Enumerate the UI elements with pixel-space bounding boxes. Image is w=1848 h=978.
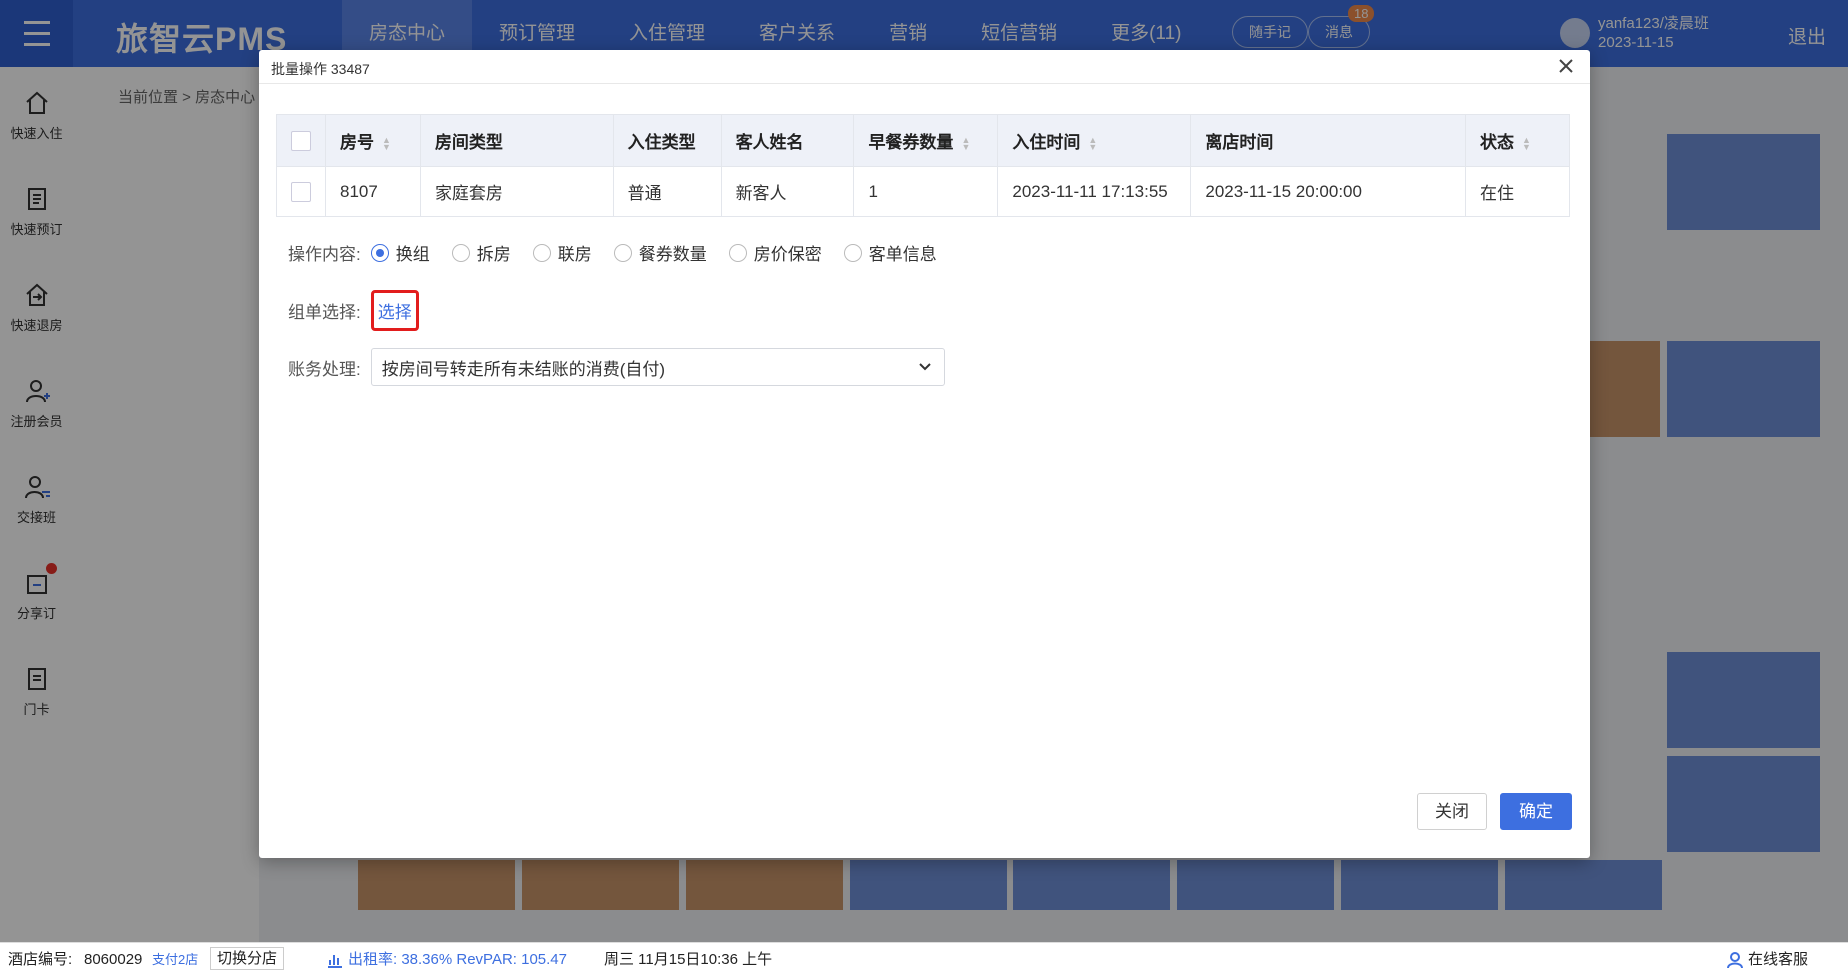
dialog-title: 批量操作 33487 [271, 61, 370, 77]
column-header-breakfast[interactable]: 早餐券数量 ▲ ▼ [853, 114, 999, 167]
group-select-row: 组单选择: 选择 [288, 290, 419, 331]
column-header-room-type: 房间类型 [420, 114, 614, 167]
radio-meal-voucher[interactable]: 餐券数量 [613, 240, 707, 265]
chevron-down-icon [919, 363, 931, 371]
radio-button[interactable] [613, 243, 632, 262]
account-processing-value: 按房间号转走所有未结账的消费(自付) [381, 359, 666, 379]
account-processing-select[interactable]: 按房间号转走所有未结账的消费(自付) [370, 348, 945, 386]
operation-content-label: 操作内容: [288, 245, 361, 264]
radio-label: 联房 [557, 245, 592, 264]
radio-link-room[interactable]: 联房 [532, 240, 592, 265]
sort-icon[interactable]: ▲ ▼ [961, 135, 970, 151]
column-header-checkout-time: 离店时间 [1190, 114, 1467, 167]
sort-icon[interactable]: ▲ ▼ [1522, 135, 1531, 151]
branch-name: 支付2店 [152, 952, 199, 967]
cell-checkout-time: 2023-11-15 20:00:00 [1190, 166, 1467, 217]
operation-content-row: 操作内容: 换组 拆房 联房 餐券数量 房价保密 客单信息 [288, 240, 959, 265]
customer-service-icon [1727, 952, 1743, 969]
radio-label: 餐券数量 [638, 245, 707, 264]
batch-operation-dialog: 批量操作 33487 房号 ▲ ▼ 房间类型 入住类型 客人姓名 早餐券数量 ▲ ▼ 入… [259, 50, 1590, 858]
close-button[interactable]: 关闭 [1417, 793, 1487, 830]
sort-icon[interactable]: ▲ ▼ [382, 135, 391, 151]
cell-checkin-type: 普通 [613, 166, 722, 217]
radio-change-group[interactable]: 换组 [370, 240, 430, 265]
account-processing-label: 账务处理: [288, 359, 361, 379]
hotel-id: 8060029 [84, 951, 143, 968]
column-header-room-no[interactable]: 房号 ▲ ▼ [325, 114, 421, 167]
radio-split-room[interactable]: 拆房 [451, 240, 511, 265]
group-select-link[interactable]: 选择 [370, 290, 419, 331]
status-bar: 酒店编号: 8060029 支付2店 切换分店 出租率: 38.36% RevP… [0, 942, 1848, 978]
account-processing-row: 账务处理: 按房间号转走所有未结账的消费(自付) [288, 348, 945, 386]
switch-branch-wrap: 切换分店 [210, 947, 285, 970]
cell-room-no: 8107 [325, 166, 421, 217]
switch-branch-button[interactable]: 切换分店 [210, 947, 285, 970]
online-service-link[interactable]: 在线客服 [1748, 943, 1808, 977]
cell-guest-name: 新客人 [721, 166, 855, 217]
column-header-checkin-time[interactable]: 入住时间 ▲ ▼ [997, 114, 1192, 167]
row-select-cell [276, 166, 326, 217]
group-select-label: 组单选择: [288, 303, 361, 322]
column-header-checkin-type: 入住类型 [613, 114, 722, 167]
radio-guest-info[interactable]: 客单信息 [843, 240, 937, 265]
column-header-guest-name: 客人姓名 [721, 114, 855, 167]
occupancy-stats: 出租率: 38.36% RevPAR: 105.47 [348, 951, 567, 968]
bar-chart-icon [328, 955, 342, 968]
current-datetime: 周三 11月15日10:36 上午 [604, 951, 773, 968]
cell-room-type: 家庭套房 [420, 166, 614, 217]
select-all-cell [276, 114, 326, 167]
cell-breakfast: 1 [853, 166, 999, 217]
hotel-id-label: 酒店编号: [8, 951, 73, 968]
radio-button-selected[interactable] [370, 243, 389, 262]
room-table: 房号 ▲ ▼ 房间类型 入住类型 客人姓名 早餐券数量 ▲ ▼ 入住时间 ▲ ▼ 离店时间 … [276, 114, 1570, 217]
row-checkbox[interactable] [291, 181, 311, 202]
cell-checkin-time: 2023-11-11 17:13:55 [997, 166, 1192, 217]
radio-button[interactable] [843, 243, 862, 262]
table-row[interactable]: 8107 家庭套房 普通 新客人 1 2023-11-11 17:13:55 2… [276, 166, 1570, 217]
column-header-status[interactable]: 状态 ▲ ▼ [1465, 114, 1570, 167]
sort-icon[interactable]: ▲ ▼ [1088, 135, 1097, 151]
dialog-header: 批量操作 33487 [259, 50, 1590, 84]
cell-status: 在住 [1465, 166, 1570, 217]
table-header-row: 房号 ▲ ▼ 房间类型 入住类型 客人姓名 早餐券数量 ▲ ▼ 入住时间 ▲ ▼ 离店时间 … [276, 114, 1570, 167]
radio-label: 客单信息 [868, 245, 937, 264]
confirm-button[interactable]: 确定 [1500, 793, 1572, 830]
close-icon[interactable] [1554, 54, 1578, 78]
radio-label: 换组 [395, 245, 430, 264]
radio-button[interactable] [728, 243, 747, 262]
radio-button[interactable] [532, 243, 551, 262]
select-all-checkbox[interactable] [291, 130, 311, 151]
radio-price-secret[interactable]: 房价保密 [728, 240, 822, 265]
radio-label: 拆房 [476, 245, 511, 264]
radio-button[interactable] [451, 243, 470, 262]
radio-label: 房价保密 [753, 245, 822, 264]
